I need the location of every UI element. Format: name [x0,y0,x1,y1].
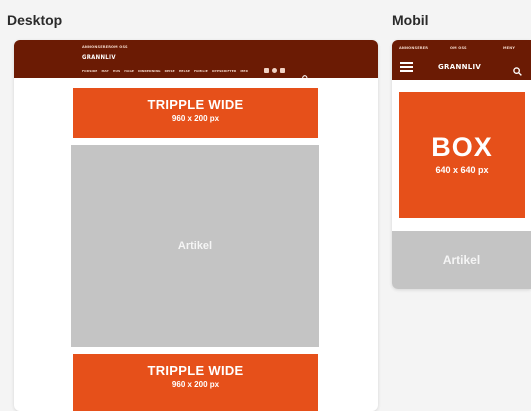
nav-item[interactable]: REISE [165,69,175,73]
ad-title: TRIPPLE WIDE [147,363,244,378]
ad-tripple-wide-top: TRIPPLE WIDE 960 x 200 px [73,88,318,138]
nav-item[interactable]: HUS [113,69,120,73]
ad-size: 960 x 200 px [171,380,220,389]
ad-title: BOX [431,132,493,162]
instagram-icon[interactable] [272,68,277,73]
ad-size: 960 x 200 px [171,114,220,123]
nav-item[interactable]: INNREDNING [138,69,161,73]
search-icon[interactable] [302,67,309,86]
nav-item[interactable]: FAMILIE [194,69,208,73]
top-link-om-oss[interactable]: OM OSS [450,46,467,50]
mobile-header: ANNONSERER OM OSS MENY GRANNLIV [392,40,531,80]
desktop-mockup: ANNONSERER OM OSS GRANNLIV FORSIDE MAT H… [14,40,378,411]
nav-item[interactable]: MER [240,69,248,73]
ad-size: 640 x 640 px [435,165,489,175]
nav-item[interactable]: HAGE [124,69,134,73]
artikel-label: Artikel [177,240,213,252]
ad-title: TRIPPLE WIDE [147,97,244,112]
nav-item[interactable]: OPPSKRIFTER [212,69,236,73]
main-nav: FORSIDE MAT HUS HAGE INNREDNING REISE HE… [82,69,248,73]
top-link-meny[interactable]: MENY [503,46,515,50]
facebook-icon[interactable] [264,68,269,73]
nav-item[interactable]: MAT [101,69,108,73]
top-link-om-oss[interactable]: OM OSS [111,45,128,49]
mobile-mockup: ANNONSERER OM OSS MENY GRANNLIV BOX 640 … [392,40,531,289]
pinterest-icon[interactable] [280,68,285,73]
site-logo[interactable]: GRANNLIV [438,63,481,71]
ad-tripple-wide-bottom: TRIPPLE WIDE 960 x 200 px [73,354,318,411]
artikel-label: Artikel [442,253,481,267]
artikel-placeholder: Artikel [392,231,531,289]
search-icon[interactable] [513,61,522,80]
top-link-annonserer[interactable]: ANNONSERER [82,45,111,49]
mobile-section-title: Mobil [392,12,429,28]
site-logo[interactable]: GRANNLIV [82,54,116,61]
nav-item[interactable]: HELSE [179,69,190,73]
top-link-annonserer[interactable]: ANNONSERER [399,46,428,50]
artikel-placeholder: Artikel [71,145,319,347]
ad-box: BOX 640 x 640 px [399,92,525,218]
social-icons [264,68,285,73]
nav-item[interactable]: FORSIDE [82,69,97,73]
desktop-header: ANNONSERER OM OSS GRANNLIV FORSIDE MAT H… [14,40,378,82]
hamburger-menu-icon[interactable] [400,62,413,72]
desktop-section-title: Desktop [7,12,63,28]
